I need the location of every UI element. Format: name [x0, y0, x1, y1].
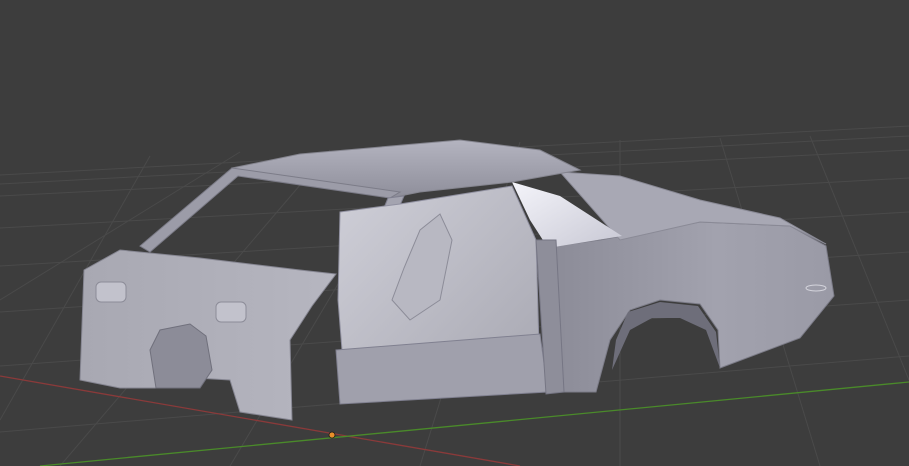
mount-left — [95, 281, 127, 303]
mount-right — [215, 301, 247, 323]
car-body-mesh[interactable] — [79, 139, 835, 421]
front-fender — [79, 249, 337, 421]
viewport-canvas[interactable] — [0, 0, 909, 466]
object-origin-point[interactable] — [328, 431, 336, 439]
rear-wheel-arch — [612, 302, 720, 370]
3d-viewport[interactable] — [0, 0, 909, 466]
front-wheel-arch — [149, 323, 213, 389]
